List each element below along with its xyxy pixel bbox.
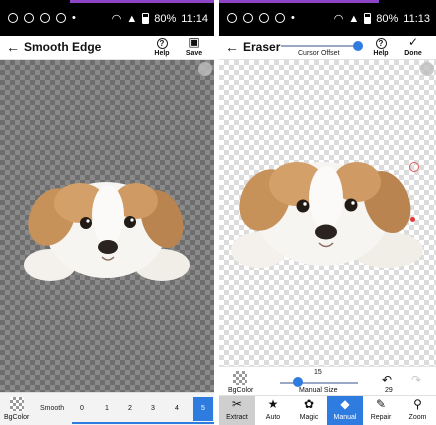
tool-bar: ✂ Extract ★ Auto ✿ Magic ◆ Manual ✎ Repa… xyxy=(219,395,436,425)
bgcolor-label: BgColor xyxy=(228,387,254,394)
tool-zoom[interactable]: ⚲ Zoom xyxy=(399,396,436,425)
redo-icon[interactable]: ↷ xyxy=(411,373,421,387)
tool-label: Magic xyxy=(299,414,319,421)
notification-icon xyxy=(259,13,269,23)
smooth-option-4[interactable]: 4 xyxy=(167,397,187,421)
tool-label: Auto xyxy=(265,414,281,421)
brush-point[interactable] xyxy=(410,217,415,222)
corner-handle[interactable] xyxy=(420,62,434,76)
cursor-offset-thumb[interactable] xyxy=(353,41,363,51)
notification-icon xyxy=(8,13,18,23)
manual-size-panel: BgColor 15 Manual Size ↶ 29 ↷ xyxy=(219,366,436,395)
bgcolor-label: BgColor xyxy=(4,414,30,421)
manual-size-track[interactable] xyxy=(280,382,358,384)
star-icon: ★ xyxy=(267,397,279,411)
page-title: Smooth Edge xyxy=(24,40,102,54)
undo-count: 29 xyxy=(385,387,393,394)
bgcolor-swatch[interactable] xyxy=(10,397,24,411)
wifi-icon: ◠ xyxy=(111,13,122,25)
status-bar: • ◠ ▲ 80% 11:13 xyxy=(219,0,436,36)
notification-icon xyxy=(24,13,34,23)
smooth-label: Smooth xyxy=(40,405,65,412)
back-arrow-icon[interactable]: ← xyxy=(225,39,239,55)
status-indicators: ◠ ▲ 80% 11:14 xyxy=(111,12,208,26)
cursor-offset-label: Cursor Offset xyxy=(298,50,340,57)
manual-size-label: Manual Size xyxy=(299,387,338,394)
save-label: Save xyxy=(185,50,203,57)
tool-extract[interactable]: ✂ Extract xyxy=(219,396,255,425)
zoom-icon: ⚲ xyxy=(413,397,422,411)
eraser-screen: • ◠ ▲ 80% 11:13 ← Eraser ? Help ✓ Done C… xyxy=(219,0,436,425)
help-label: Help xyxy=(373,50,389,57)
smooth-option-0[interactable]: 0 xyxy=(72,397,92,421)
scissors-icon: ✂ xyxy=(231,397,243,411)
smooth-option-5[interactable]: 5 xyxy=(193,397,213,421)
smooth-option-1[interactable]: 1 xyxy=(97,397,117,421)
done-button[interactable]: ✓ Done xyxy=(399,36,427,60)
signal-icon: ▲ xyxy=(126,12,138,25)
tool-label: Repair xyxy=(370,414,392,421)
tool-repair[interactable]: ✎ Repair xyxy=(363,396,399,425)
save-icon: ▣ xyxy=(188,35,200,49)
notification-icons: • xyxy=(8,12,76,24)
help-icon: ? xyxy=(156,38,168,49)
notification-strip xyxy=(70,0,214,3)
battery-percent: 80% xyxy=(154,12,177,25)
status-bar: • ◠ ▲ 80% 11:14 xyxy=(0,0,214,36)
notification-strip xyxy=(219,0,379,3)
brush-icon: ✎ xyxy=(375,397,387,411)
notification-icon xyxy=(275,13,285,23)
tool-label: Zoom xyxy=(408,414,427,421)
notification-icon xyxy=(40,13,50,23)
page-title: Eraser xyxy=(243,40,281,54)
manual-size-thumb[interactable] xyxy=(293,377,303,387)
help-button[interactable]: ? Help xyxy=(367,36,395,60)
undo-icon[interactable]: ↶ xyxy=(382,373,392,387)
smooth-edge-screen: • ◠ ▲ 80% 11:14 ← Smooth Edge ? Help ▣ S… xyxy=(0,0,214,425)
magic-icon: ✿ xyxy=(303,397,315,411)
battery-icon xyxy=(364,13,372,24)
image-canvas[interactable] xyxy=(219,60,436,366)
tool-label: Extract xyxy=(226,414,248,421)
help-label: Help xyxy=(154,50,170,57)
wifi-icon: ◠ xyxy=(333,13,344,25)
tool-auto[interactable]: ★ Auto xyxy=(255,396,291,425)
signal-icon: ▲ xyxy=(348,12,360,25)
dot-icon: • xyxy=(291,12,295,24)
tool-magic[interactable]: ✿ Magic xyxy=(291,396,327,425)
eraser-icon: ◆ xyxy=(340,397,350,411)
check-icon: ✓ xyxy=(407,35,419,49)
smooth-option-2[interactable]: 2 xyxy=(120,397,140,421)
tool-label: Manual xyxy=(333,414,357,421)
status-indicators: ◠ ▲ 80% 11:13 xyxy=(333,12,430,26)
status-time: 11:13 xyxy=(403,12,430,25)
app-bar: ← Smooth Edge ? Help ▣ Save xyxy=(0,36,214,60)
cursor-offset-track[interactable] xyxy=(281,45,357,47)
battery-percent: 80% xyxy=(376,12,399,25)
save-button[interactable]: ▣ Save xyxy=(180,36,208,60)
notification-icon xyxy=(56,13,66,23)
status-time: 11:14 xyxy=(181,12,208,25)
puppy-image xyxy=(24,182,190,281)
brush-cursor-ring xyxy=(409,162,419,172)
smooth-option-3[interactable]: 3 xyxy=(143,397,163,421)
battery-icon xyxy=(142,13,150,24)
back-arrow-icon[interactable]: ← xyxy=(6,39,20,55)
tool-manual[interactable]: ◆ Manual xyxy=(327,396,363,425)
help-icon: ? xyxy=(375,38,387,49)
notification-icon xyxy=(243,13,253,23)
dot-icon: • xyxy=(72,12,76,24)
notification-icons: • xyxy=(227,12,295,24)
manual-size-value: 15 xyxy=(314,369,322,376)
smooth-options-underline xyxy=(72,422,214,424)
smooth-panel: BgColor Smooth 0 1 2 3 4 5 xyxy=(0,392,214,425)
bgcolor-swatch[interactable] xyxy=(233,371,247,385)
corner-handle[interactable] xyxy=(198,62,212,76)
image-canvas[interactable] xyxy=(0,60,214,392)
help-button[interactable]: ? Help xyxy=(148,36,176,60)
puppy-image xyxy=(231,162,423,268)
done-label: Done xyxy=(404,50,422,57)
notification-icon xyxy=(227,13,237,23)
